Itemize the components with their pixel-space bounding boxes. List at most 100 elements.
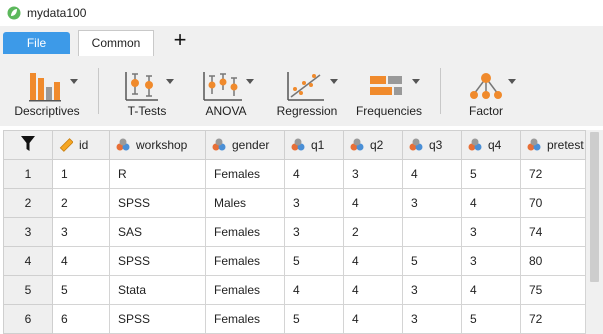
- regression-label: Regression: [276, 104, 338, 118]
- cell-q4[interactable]: 5: [461, 304, 521, 334]
- anova-label: ANOVA: [205, 104, 247, 118]
- cell-q3[interactable]: 4: [402, 159, 462, 189]
- cell-q2[interactable]: 3: [343, 159, 403, 189]
- column-header-pretest[interactable]: pretest: [520, 130, 586, 160]
- vertical-scrollbar[interactable]: [586, 130, 603, 334]
- ribbon-separator: [440, 68, 441, 114]
- chevron-down-icon: [246, 79, 254, 84]
- chevron-down-icon: [412, 79, 420, 84]
- header-row: id workshop gender q1 q2 q3 q4 pretest: [3, 130, 586, 160]
- cell-q4[interactable]: 4: [461, 275, 521, 305]
- anova-button[interactable]: ANOVA: [198, 66, 254, 122]
- cell-q2[interactable]: 2: [343, 217, 403, 247]
- ribbon-separator: [98, 68, 99, 114]
- cell-q3[interactable]: 3: [402, 188, 462, 218]
- column-label: id: [79, 138, 89, 152]
- nominal-icon: [212, 138, 226, 151]
- cell-q3[interactable]: 5: [402, 246, 462, 276]
- frequencies-button[interactable]: Frequencies: [354, 66, 424, 122]
- cell-q3[interactable]: 3: [402, 275, 462, 305]
- cell-q1[interactable]: 4: [284, 275, 344, 305]
- cell-q1[interactable]: 3: [284, 188, 344, 218]
- cell-workshop[interactable]: Stata: [109, 275, 206, 305]
- cell-gender[interactable]: Females: [205, 217, 285, 247]
- add-tab-button[interactable]: +: [168, 29, 192, 53]
- cell-workshop[interactable]: SPSS: [109, 188, 206, 218]
- row-number[interactable]: 4: [3, 246, 53, 276]
- column-header-q2[interactable]: q2: [343, 130, 403, 160]
- factor-button[interactable]: Factor: [454, 66, 518, 122]
- column-header-gender[interactable]: gender: [205, 130, 285, 160]
- cell-pretest[interactable]: 74: [520, 217, 586, 247]
- descriptives-button[interactable]: Descriptives: [10, 66, 84, 122]
- cell-gender[interactable]: Females: [205, 304, 285, 334]
- cell-q1[interactable]: 3: [284, 217, 344, 247]
- cell-pretest[interactable]: 75: [520, 275, 586, 305]
- factor-label: Factor: [468, 104, 503, 118]
- cell-id[interactable]: 4: [52, 246, 110, 276]
- title-bar: mydata100: [0, 0, 603, 26]
- bar-chart-icon: [29, 73, 61, 102]
- column-header-workshop[interactable]: workshop: [109, 130, 206, 160]
- cell-q2[interactable]: 4: [343, 275, 403, 305]
- table-row: 3 3 SAS Females 3 2 3 74: [3, 217, 586, 247]
- row-number[interactable]: 5: [3, 275, 53, 305]
- scrollbar-thumb[interactable]: [590, 132, 599, 282]
- row-number[interactable]: 6: [3, 304, 53, 334]
- tab-common[interactable]: Common: [78, 30, 154, 56]
- cell-gender[interactable]: Males: [205, 188, 285, 218]
- row-number[interactable]: 2: [3, 188, 53, 218]
- cell-q4[interactable]: 5: [461, 159, 521, 189]
- ttests-button[interactable]: T-Tests: [118, 66, 176, 122]
- window-title: mydata100: [27, 6, 87, 20]
- column-header-q1[interactable]: q1: [284, 130, 344, 160]
- cell-q2[interactable]: 4: [343, 304, 403, 334]
- cell-q4[interactable]: 4: [461, 188, 521, 218]
- cell-id[interactable]: 5: [52, 275, 110, 305]
- cell-pretest[interactable]: 72: [520, 159, 586, 189]
- cell-q3[interactable]: [402, 217, 462, 247]
- cell-workshop[interactable]: SPSS: [109, 304, 206, 334]
- cell-q1[interactable]: 5: [284, 304, 344, 334]
- column-label: q1: [311, 138, 325, 152]
- cell-q2[interactable]: 4: [343, 246, 403, 276]
- row-number[interactable]: 3: [3, 217, 53, 247]
- cell-gender[interactable]: Females: [205, 159, 285, 189]
- cell-q1[interactable]: 5: [284, 246, 344, 276]
- cell-q3[interactable]: 3: [402, 304, 462, 334]
- nominal-icon: [116, 138, 130, 151]
- filter-corner[interactable]: [3, 130, 53, 160]
- row-number[interactable]: 1: [3, 159, 53, 189]
- ordinal-icon: [291, 138, 305, 151]
- cell-workshop[interactable]: SPSS: [109, 246, 206, 276]
- leaf-app-icon: [7, 6, 21, 20]
- cell-q1[interactable]: 4: [284, 159, 344, 189]
- table-row: 5 5 Stata Females 4 4 3 4 75: [3, 275, 586, 305]
- cell-workshop[interactable]: SAS: [109, 217, 206, 247]
- regression-button[interactable]: Regression: [274, 66, 340, 122]
- column-header-q4[interactable]: q4: [461, 130, 521, 160]
- cell-gender[interactable]: Females: [205, 246, 285, 276]
- data-grid: id workshop gender q1 q2 q3 q4 pretest 1…: [3, 130, 586, 334]
- cell-id[interactable]: 2: [52, 188, 110, 218]
- tab-file[interactable]: File: [3, 32, 70, 54]
- cell-pretest[interactable]: 72: [520, 304, 586, 334]
- cell-q2[interactable]: 4: [343, 188, 403, 218]
- cell-id[interactable]: 1: [52, 159, 110, 189]
- cell-gender[interactable]: Females: [205, 275, 285, 305]
- cell-q4[interactable]: 3: [461, 217, 521, 247]
- cell-id[interactable]: 6: [52, 304, 110, 334]
- column-label: q4: [488, 138, 502, 152]
- factor-tree-icon: [470, 73, 502, 99]
- column-header-q3[interactable]: q3: [402, 130, 462, 160]
- column-header-id[interactable]: id: [52, 130, 110, 160]
- cell-pretest[interactable]: 80: [520, 246, 586, 276]
- ordinal-icon: [409, 138, 423, 151]
- cell-pretest[interactable]: 70: [520, 188, 586, 218]
- cell-q4[interactable]: 3: [461, 246, 521, 276]
- cell-id[interactable]: 3: [52, 217, 110, 247]
- descriptives-label: Descriptives: [14, 104, 80, 118]
- column-label: gender: [232, 138, 270, 152]
- frequency-table-icon: [370, 76, 402, 95]
- cell-workshop[interactable]: R: [109, 159, 206, 189]
